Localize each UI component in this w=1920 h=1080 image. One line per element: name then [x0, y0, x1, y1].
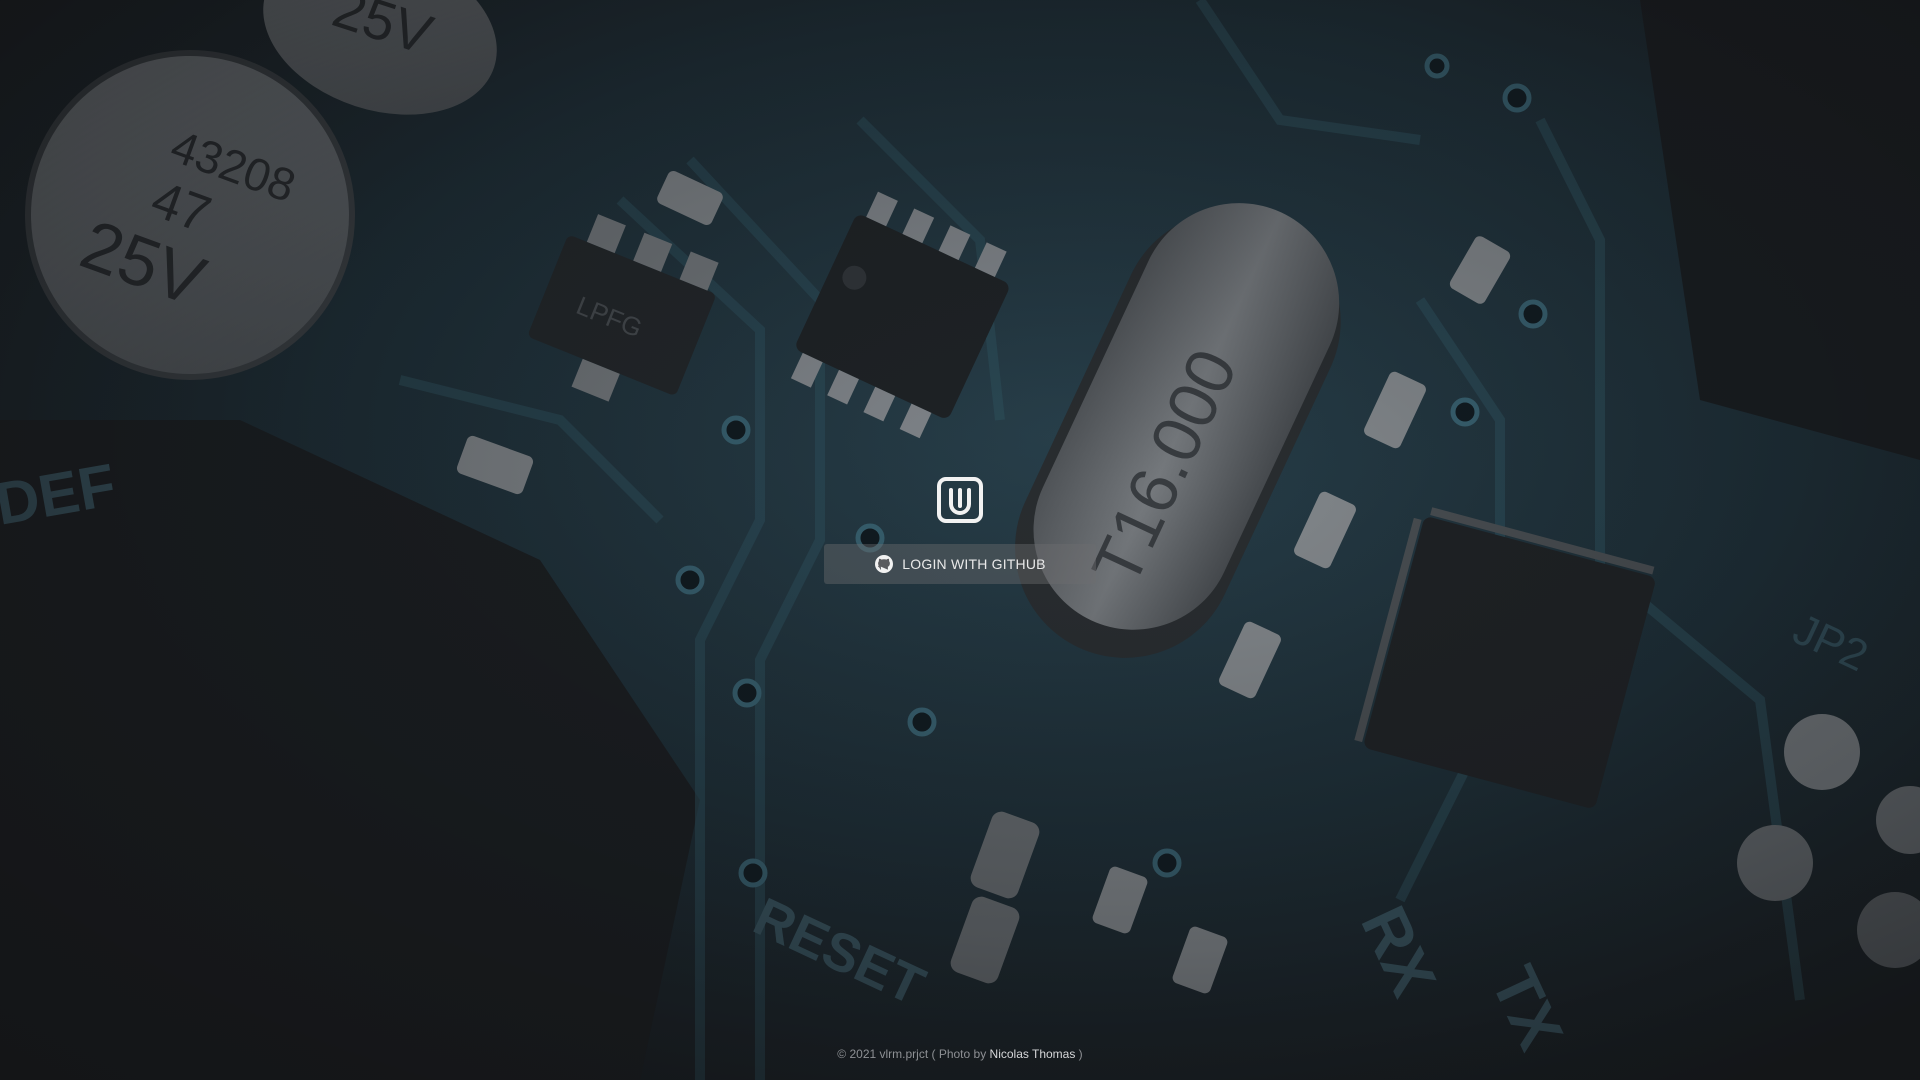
login-button-label: LOGIN WITH GITHUB — [902, 556, 1046, 572]
footer-suffix: ) — [1075, 1047, 1083, 1061]
app-logo-icon — [937, 477, 983, 523]
login-panel: LOGIN WITH GITHUB — [0, 0, 1920, 1080]
login-page: 25V 43208 47 25V LPFG T16.000 JP2 RX TX … — [0, 0, 1920, 1080]
photographer-link[interactable]: Nicolas Thomas — [990, 1047, 1076, 1061]
footer-credits: © 2021 vlrm.prjct ( Photo by Nicolas Tho… — [0, 1047, 1920, 1061]
footer-copyright: © 2021 vlrm.prjct ( Photo by — [837, 1047, 990, 1061]
login-with-github-button[interactable]: LOGIN WITH GITHUB — [824, 544, 1096, 584]
github-icon — [875, 555, 894, 573]
